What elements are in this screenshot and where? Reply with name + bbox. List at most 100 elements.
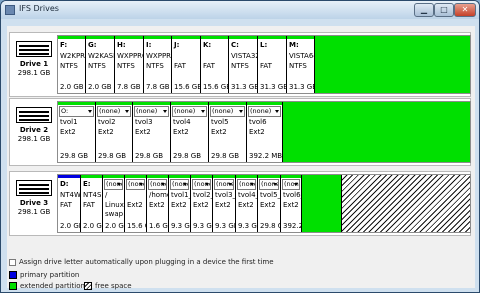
- drive-letter-select[interactable]: (none): [170, 179, 189, 190]
- partition-cell[interactable]: (none)/ Linux swap 2.0 GB: [103, 175, 125, 232]
- partition-cell[interactable]: (none) Ext2 15.6 GB: [125, 175, 147, 232]
- volume-label: tvol2_2: [193, 191, 212, 199]
- partition-cell[interactable]: G: W2KASE NTFS 2.0 GB: [86, 36, 115, 93]
- partition-cell[interactable]: K: FAT 15.6 GB: [201, 36, 229, 93]
- chevron-down-icon: [125, 110, 129, 113]
- drive-letter-select[interactable]: O:: [59, 106, 94, 117]
- partition-cell[interactable]: (none) tvol3 Ext2 29.8 GB: [133, 102, 171, 162]
- partition-cell[interactable]: O: tvol1 Ext2 29.8 GB: [58, 102, 96, 162]
- drive-size: 298.1 GB: [17, 135, 51, 143]
- hard-disk-icon: [16, 41, 52, 57]
- volume-label: WXPPRO: [146, 52, 171, 60]
- filesystem-type: Ext2: [127, 201, 143, 209]
- drive-row-1: Drive 1298.1 GBF:W2KPRONTFS2.0 GBG:W2KAS…: [9, 32, 471, 97]
- partition-strip: O: tvol1 Ext2 29.8 GB (none) tvol2 Ext2 29.8 GB…: [57, 101, 471, 163]
- filesystem-type: Ext2: [193, 201, 209, 209]
- partition-cell[interactable]: E: NT4SRV FAT 2.0 GB: [81, 175, 103, 232]
- filesystem-type: Ext2: [60, 128, 76, 136]
- drive-letter-value: O:: [61, 107, 69, 115]
- partition-size: 2.0 GB: [60, 222, 80, 230]
- filesystem-type: Ext2: [215, 201, 231, 209]
- partition-cell[interactable]: (none)tvol4_2 Ext2 9.3 GB: [236, 175, 258, 232]
- chevron-down-icon: [273, 183, 277, 186]
- partition-cell[interactable]: D: NT4WS FAT 2.0 GB: [58, 175, 81, 232]
- partition-strip: D:NT4WSFAT2.0 GBE:NT4SRVFAT2.0 GB(none)/…: [57, 174, 471, 233]
- partition-cell[interactable]: (none) tvol5 Ext2 29.8 GB: [209, 102, 247, 162]
- partition-size: 31.3 GB: [289, 83, 314, 91]
- partition-cell[interactable]: (none)tvol1_2 Ext2 9.3 GB: [169, 175, 191, 232]
- drive-letter-select[interactable]: (none): [210, 106, 245, 117]
- filesystem-type: Ext2: [171, 201, 187, 209]
- drive-letter-select[interactable]: (none): [192, 179, 211, 190]
- volume-label: tvol4: [173, 118, 191, 126]
- partition-cell[interactable]: L: FAT 31.3 GB: [258, 36, 287, 93]
- partition-size: 15.6 GB: [203, 83, 228, 91]
- hard-disk-icon: [16, 180, 52, 196]
- filesystem-type: NTFS: [88, 62, 106, 70]
- volume-label: tvol1_2: [171, 191, 190, 199]
- drive-letter-select[interactable]: (none): [214, 179, 234, 190]
- close-button[interactable]: ✕: [454, 3, 476, 17]
- drive-letter-select[interactable]: (none): [134, 106, 169, 117]
- drive-letter-select[interactable]: (none): [282, 179, 300, 190]
- drive-letter-value: (none): [174, 107, 196, 115]
- partition-size: 29.8 GB: [260, 222, 280, 230]
- drive-letter-select[interactable]: (none): [172, 106, 207, 117]
- partition-cell[interactable]: (none) tvol6 Ext2 392.2 MB: [247, 102, 283, 162]
- partition-cell[interactable]: M: VISTA64 NTFS 31.3 GB: [287, 36, 315, 93]
- auto-assign-checkbox[interactable]: [9, 259, 16, 266]
- partition-cell[interactable]: F: W2KPRO NTFS 2.0 GB: [58, 36, 86, 93]
- extended-partition-bar: [144, 36, 171, 39]
- extended-partition-bar: [86, 36, 114, 39]
- volume-label: tvol2: [98, 118, 116, 126]
- filesystem-type: Ext2: [149, 201, 165, 209]
- drive-letter-select[interactable]: (none): [126, 179, 145, 190]
- title-bar[interactable]: IFS Drives ▁ □ ✕: [1, 1, 479, 19]
- drive-letter: M:: [289, 41, 299, 49]
- chevron-down-icon: [275, 110, 279, 113]
- partition-cell[interactable]: H: WXPPRO NTFS 7.8 GB: [115, 36, 144, 93]
- partition-size: 2.0 GB: [83, 222, 102, 230]
- auto-assign-label: Assign drive letter automatically upon p…: [19, 258, 274, 266]
- drive-letter-select[interactable]: (none): [148, 179, 167, 190]
- partition-cell[interactable]: (none)tvol3_2 Ext2 9.3 GB: [213, 175, 236, 232]
- drive-letter-select[interactable]: (none): [248, 106, 281, 117]
- drive-letter-select[interactable]: (none): [259, 179, 279, 190]
- drive-letter-select[interactable]: (none): [104, 179, 123, 190]
- drive-letter-select[interactable]: (none): [237, 179, 256, 190]
- partition-cell[interactable]: (none)tvol2_2 Ext2 9.3 GB: [191, 175, 213, 232]
- minimize-button[interactable]: ▁: [414, 3, 434, 17]
- filesystem-type: Ext2: [173, 128, 189, 136]
- partition-cell[interactable]: (none) tvol2 Ext2 29.8 GB: [96, 102, 133, 162]
- extended-partition-bar: [213, 175, 235, 178]
- drive-name: Drive 1: [19, 60, 49, 68]
- drive-letter: E:: [83, 180, 91, 188]
- extended-partition-bar: [96, 102, 132, 105]
- filesystem-type: Ext2: [238, 201, 254, 209]
- legend-primary-label: primary partition: [20, 271, 80, 279]
- legend-free-label: free space: [95, 282, 132, 290]
- partition-cell[interactable]: I: WXPPRO NTFS 7.8 GB: [144, 36, 172, 93]
- window-title: IFS Drives: [19, 4, 59, 13]
- partition-cell[interactable]: (none) tvol4 Ext2 29.8 GB: [171, 102, 209, 162]
- partition-cell[interactable]: (none)tvol5_2 Ext2 29.8 GB: [258, 175, 281, 232]
- extended-partition-bar: [115, 36, 143, 39]
- partition-size: 9.3 GB: [215, 222, 235, 230]
- drive-letter: L:: [260, 41, 268, 49]
- extended-partition-bar: [191, 175, 212, 178]
- partition-cell[interactable]: C: VISTA32 NTFS 31.3 GB: [229, 36, 258, 93]
- volume-label: /: [105, 191, 108, 199]
- partition-cell[interactable]: J: FAT 15.6 GB: [172, 36, 201, 93]
- extended-partition-bar: [81, 175, 102, 178]
- partition-size: 29.8 GB: [60, 152, 89, 160]
- ifs-drives-window: IFS Drives ▁ □ ✕ Drive 1298.1 GBF:W2KPRO…: [0, 0, 480, 293]
- maximize-button[interactable]: □: [434, 3, 454, 17]
- primary-partition-swatch: [9, 271, 17, 279]
- partition-size: 9.3 GB: [193, 222, 212, 230]
- extended-partition-bar: [209, 102, 246, 105]
- partition-cell[interactable]: (none)/home Ext2 1.6 GB: [147, 175, 169, 232]
- filesystem-type: Ext2: [98, 128, 114, 136]
- filesystem-type: NTFS: [117, 62, 135, 70]
- drive-letter-select[interactable]: (none): [97, 106, 131, 117]
- partition-cell[interactable]: (none)tvol6_2 Ext2 392.2 MB: [281, 175, 302, 232]
